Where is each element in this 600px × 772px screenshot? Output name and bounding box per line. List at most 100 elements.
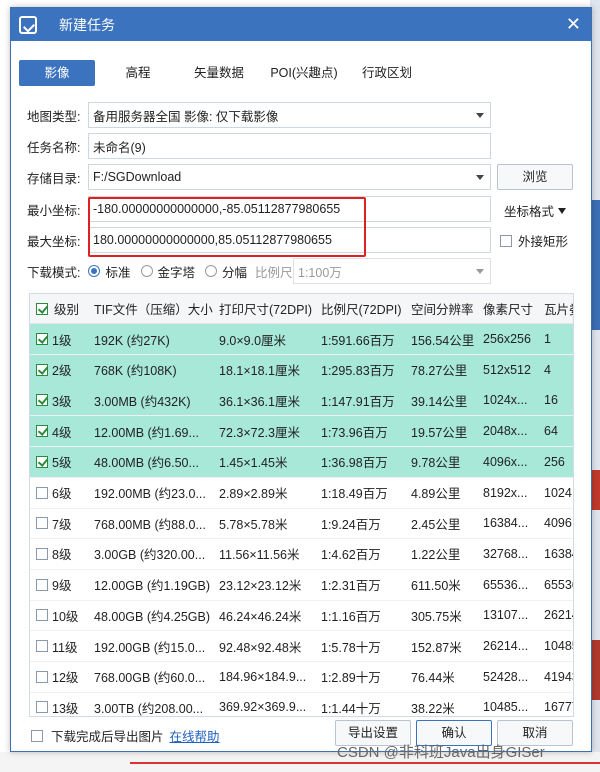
row-checkbox-icon[interactable] (36, 455, 48, 468)
mode-standard-label: 标准 (105, 265, 131, 280)
scale-select[interactable]: 1:100万 (293, 258, 491, 284)
table-row[interactable]: 6级 192.00MB (约23.0... 2.89×2.89米 1:18.49百万 4… (30, 478, 573, 509)
row-checkbox-icon[interactable] (36, 333, 48, 345)
table-row[interactable]: 11级 192.00GB (约15.0... 92.48×92.48米 1:5.78十… (30, 631, 573, 662)
select-all-checkbox-icon[interactable] (36, 302, 48, 315)
task-name-value: 未命名(9) (93, 140, 146, 155)
min-coord-input[interactable]: -180.00000000000000,-85.05112877980655 (88, 196, 491, 222)
cell-print-size: 92.48×92.48米 (219, 640, 302, 655)
row-checkbox-icon[interactable] (36, 609, 48, 622)
tab-poi[interactable]: POI(兴趣点) (257, 60, 351, 86)
row-checkbox-icon[interactable] (36, 425, 48, 438)
header-tiles[interactable]: 瓦片娄 (544, 294, 573, 323)
tab-vector-data[interactable]: 矢量数据 (181, 60, 257, 86)
cell-level[interactable]: 2级 (36, 355, 92, 385)
export-after-download-label: 下载完成后导出图片 (51, 730, 164, 744)
coord-format-dropdown[interactable]: 坐标格式 (504, 201, 567, 220)
row-checkbox-icon[interactable] (36, 547, 48, 560)
cell-tif-size: 768.00GB (约60.0... (94, 671, 206, 686)
table-row[interactable]: 10级 48.00GB (约4.25GB) 46.24×46.24米 1:1.16百万… (30, 600, 573, 632)
cell-pixel-size: 4096x... (483, 454, 528, 469)
table-row[interactable]: 9级 12.00GB (约1.19GB) 23.12×23.12米 1:2.31百万 6… (30, 570, 573, 601)
cell-print-size: 9.0×9.0厘米 (219, 333, 287, 348)
row-checkbox-icon[interactable] (36, 394, 48, 407)
cell-level[interactable]: 13级 (36, 692, 92, 716)
header-print-size[interactable]: 打印尺寸(72DPI) (219, 294, 319, 323)
mode-split-radio[interactable]: 分幅 (205, 262, 247, 281)
row-checkbox-icon[interactable] (36, 363, 48, 376)
cell-tiles: 64 (544, 424, 558, 439)
cell-tif-size: 192.00GB (约15.0... (94, 640, 206, 655)
mode-split-label: 分幅 (222, 265, 248, 280)
row-checkbox-icon[interactable] (36, 640, 48, 652)
close-icon[interactable]: ✕ (566, 14, 581, 34)
storage-dir-select[interactable]: F:/SGDownload (88, 164, 491, 190)
cell-level[interactable]: 1级 (36, 324, 92, 354)
row-checkbox-icon[interactable] (36, 701, 48, 714)
tab-elevation[interactable]: 高程 (95, 60, 181, 86)
table-row[interactable]: 3级 3.00MB (约432K) 36.1×36.1厘米 1:147.91百万 39.… (30, 385, 573, 417)
table-row[interactable]: 7级 768.00MB (约88.0... 5.78×5.78米 1:9.24百万 2.… (30, 508, 573, 540)
map-type-value: 备用服务器全国 影像: 仅下载影像 (93, 109, 279, 124)
browse-button[interactable]: 浏览 (497, 164, 573, 190)
row-checkbox-icon[interactable] (36, 486, 48, 499)
mode-standard-radio[interactable]: 标准 (88, 262, 131, 281)
table-row[interactable]: 4级 12.00MB (约1.69... 72.3×72.3厘米 1:73.96百万 1… (30, 416, 573, 448)
table-row[interactable]: 2级 768K (约108K) 18.1×18.1厘米 1:295.83百万 78.27… (30, 354, 573, 386)
cell-tiles: 1 (544, 332, 551, 346)
cell-level[interactable]: 4级 (36, 416, 92, 446)
cell-level[interactable]: 3级 (36, 385, 92, 415)
mode-pyramid-radio[interactable]: 金字塔 (140, 262, 196, 281)
cell-print-size: 72.3×72.3厘米 (219, 425, 300, 440)
cell-print-size: 11.56×11.56米 (219, 548, 300, 563)
map-type-label: 地图类型: (27, 109, 81, 124)
row-checkbox-icon[interactable] (36, 517, 48, 530)
table-row[interactable]: 12级 768.00GB (约60.0... 184.96×184.9... 1:2.… (30, 662, 573, 693)
cell-level[interactable]: 12级 (36, 662, 92, 692)
coord-format-label: 坐标格式 (504, 205, 555, 219)
cell-resolution: 4.89公里 (411, 487, 461, 501)
cell-level[interactable]: 11级 (36, 631, 92, 661)
header-tif-size[interactable]: TIF文件（压缩）大小 (94, 294, 214, 323)
chevron-down-icon (476, 113, 484, 118)
cell-level[interactable]: 5级 (36, 447, 92, 477)
cell-level[interactable]: 10级 (36, 600, 92, 630)
export-after-download-checkbox[interactable]: 下载完成后导出图片 在线帮助 (31, 726, 220, 745)
table-row[interactable]: 13级 3.00TB (约208.00... 369.92×369.9... 1:1.… (30, 692, 573, 716)
cell-resolution: 38.22米 (411, 701, 455, 716)
outer-rect-checkbox[interactable]: 外接矩形 (500, 231, 568, 250)
tab-admin-division[interactable]: 行政区划 (351, 60, 423, 86)
chevron-down-icon (476, 175, 484, 180)
header-resolution[interactable]: 空间分辨率 (411, 294, 481, 323)
cell-tiles: 16384 (544, 546, 573, 561)
cell-resolution: 1.22公里 (411, 548, 461, 563)
task-name-input[interactable]: 未命名(9) (88, 133, 491, 159)
table-row[interactable]: 1级 192K (约27K) 9.0×9.0厘米 1:591.66百万 156.54公里… (30, 324, 573, 355)
cell-level[interactable]: 8级 (36, 539, 92, 569)
tab-imagery[interactable]: 影像 (19, 60, 95, 86)
background-red-line (130, 762, 600, 764)
map-type-select[interactable]: 备用服务器全国 影像: 仅下载影像 (88, 102, 491, 128)
row-checkbox-icon[interactable] (36, 670, 48, 683)
cell-pixel-size: 2048x... (483, 424, 528, 439)
cell-tiles: 1024 (544, 485, 572, 500)
cell-print-size: 23.12×23.12米 (219, 579, 302, 594)
chevron-down-icon (476, 269, 484, 274)
row-checkbox-icon[interactable] (36, 578, 48, 591)
mode-pyramid-label: 金字塔 (157, 265, 196, 280)
header-scale[interactable]: 比例尺(72DPI) (321, 294, 407, 323)
cell-resolution: 9.78公里 (411, 456, 461, 471)
cell-level[interactable]: 9级 (36, 570, 92, 600)
cell-tif-size: 768.00MB (约88.0... (94, 517, 206, 532)
online-help-link[interactable]: 在线帮助 (170, 726, 220, 745)
cell-level[interactable]: 6级 (36, 478, 92, 508)
storage-dir-label: 存储目录: (27, 171, 81, 186)
header-level[interactable]: 级别 (36, 294, 91, 323)
max-coord-input[interactable]: 180.00000000000000,85.05112877980655 (88, 227, 491, 253)
cell-print-size: 2.89×2.89米 (219, 487, 288, 501)
cell-level[interactable]: 7级 (36, 508, 92, 538)
table-row[interactable]: 5级 48.00MB (约6.50... 1.45×1.45米 1:36.98百万 9.… (30, 446, 573, 478)
table-row[interactable]: 8级 3.00GB (约320.00... 11.56×11.56米 1:4.62百万… (30, 539, 573, 570)
cell-tiles: 4 (544, 362, 551, 377)
header-pixel-size[interactable]: 像素尺寸 (483, 294, 541, 323)
